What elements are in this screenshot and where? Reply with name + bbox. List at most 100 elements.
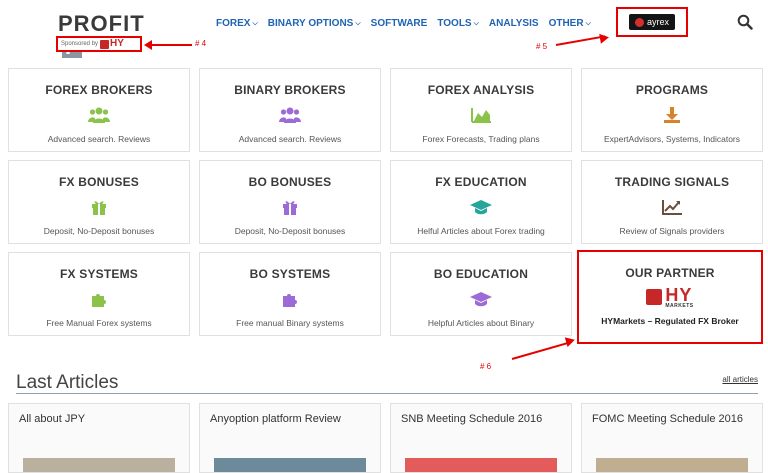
annotation-label-5: # 5 [536,42,548,51]
tile-title: FOREX ANALYSIS [427,83,535,97]
tile-title: FX BONUSES [58,175,139,189]
article-thumbnail[interactable] [214,458,366,472]
annotation-label-6: # 6 [480,362,492,371]
nav-item-label: TOOLS [437,18,472,29]
ayrex-logo: ayrex [628,14,675,30]
tile-description: Forex Forecasts, Trading plans [422,134,540,144]
tile-title: BO BONUSES [248,175,332,189]
main-nav: FOREX ⌵ BINARY OPTIONS ⌵ SOFTWARE TOOLS ⌵ ANALY… [216,18,591,29]
tile-bo-systems[interactable]: BO SYSTEMS Free manual Binary systems [199,252,381,336]
nav-item-label: FOREX [216,18,251,29]
chevron-down-icon: ⌵ [355,19,361,27]
graduation-cap-icon [391,195,571,219]
tile-title: BINARY BROKERS [234,83,346,97]
annotation-arrow-5 [555,35,606,46]
tile-forex-analysis[interactable]: FOREX ANALYSIS Forex Forecasts, Trading p… [390,68,572,152]
download-icon [582,103,762,127]
article-card[interactable]: All about JPY [8,403,190,473]
annotation-arrowhead-4 [144,40,152,50]
site-logo[interactable]: PROFITF [58,11,158,58]
article-card[interactable]: FOMC Meeting Schedule 2016 [581,403,763,473]
hymarkets-logo: HY MARKETS [579,284,761,310]
nav-item-analysis[interactable]: ANALYSIS [489,18,539,29]
tile-fx-bonuses[interactable]: FX BONUSES Deposit, No-Deposit bonuses [8,160,190,244]
tile-bo-bonuses[interactable]: BO BONUSES Deposit, No-Deposit bonuses [199,160,381,244]
hymarkets-mini-logo: HY [100,39,124,49]
all-articles-link[interactable]: all articles [722,375,758,384]
gift-icon [200,195,380,219]
nav-item-label: OTHER [548,18,584,29]
tile-description: Free Manual Forex systems [46,318,152,328]
site-header: PROFITF Sponsored by HY # 4 FOREX⌵BINARY… [0,0,768,58]
sponsor-label: Sponsored by [61,41,99,47]
section-title: Last Articles [16,372,119,393]
chevron-down-icon: ⌵ [473,19,479,27]
tile-trading-signals[interactable]: TRADING SIGNALS Review of Signals provide… [581,160,763,244]
logo-text: PROFIT [58,11,145,36]
tile-title: FOREX BROKERS [45,83,153,97]
tile-title: BO SYSTEMS [249,267,331,281]
tile-our-partner[interactable]: OUR PARTNER HY MARKETS HYMarkets – Regul… [577,250,763,344]
nav-item-forex[interactable]: FOREX ⌵ [216,18,258,29]
nav-item-binary-options[interactable]: BINARY OPTIONS ⌵ [268,18,361,29]
ayrex-dot-icon [634,17,644,27]
article-title[interactable]: SNB Meeting Schedule 2016 [401,412,561,426]
tile-description: Review of Signals providers [619,226,725,236]
tile-description: ExpertAdvisors, Systems, Indicators [603,134,741,144]
chevron-down-icon: ⌵ [252,19,258,27]
tile-description: Helful Articles about Forex trading [417,226,545,236]
tile-title: BO EDUCATION [433,267,529,281]
nav-item-software[interactable]: SOFTWARE [371,18,428,29]
tile-description: Advanced search. Reviews [47,134,151,144]
article-title[interactable]: Anyoption platform Review [210,412,370,426]
tile-description: HYMarkets – Regulated FX Broker [601,316,739,326]
tile-title: TRADING SIGNALS [614,175,730,189]
tile-title: FX EDUCATION [435,175,527,189]
line-chart-icon [582,195,762,219]
tile-description: Advanced search. Reviews [238,134,342,144]
annotation-arrow-4 [150,44,192,46]
search-icon[interactable] [737,14,753,30]
area-chart-icon [391,103,571,127]
graduation-cap-icon [391,287,571,311]
users-icon [9,103,189,127]
tile-fx-education[interactable]: FX EDUCATION Helful Articles about Forex … [390,160,572,244]
tile-description: Free manual Binary systems [236,318,344,328]
article-title[interactable]: All about JPY [19,412,179,426]
tile-title: PROGRAMS [635,83,709,97]
users-icon [200,103,380,127]
globe-icon [646,289,663,305]
tile-description: Helpful Articles about Binary [427,318,535,328]
article-thumbnail[interactable] [596,458,748,472]
article-card[interactable]: SNB Meeting Schedule 2016 [390,403,572,473]
tile-description: Deposit, No-Deposit bonuses [234,226,346,236]
category-grid: FOREX BROKERS Advanced search. Reviews BIN… [8,68,764,344]
tile-binary-brokers[interactable]: BINARY BROKERS Advanced search. Reviews [199,68,381,152]
article-card[interactable]: Anyoption platform Review [199,403,381,473]
sponsor-banner[interactable]: Sponsored by HY [56,36,142,52]
tile-description: Deposit, No-Deposit bonuses [43,226,155,236]
chevron-down-icon: ⌵ [585,19,591,27]
nav-item-label: BINARY OPTIONS [267,18,354,29]
article-thumbnail[interactable] [23,458,175,472]
article-thumbnail[interactable] [405,458,557,472]
annotation-label-4: # 4 [195,39,207,48]
tile-title: FX SYSTEMS [59,267,138,281]
nav-item-label: ANALYSIS [488,18,539,29]
puzzle-icon [9,287,189,311]
annotation-arrowhead-5 [599,32,610,44]
globe-icon [100,39,110,49]
tile-title: OUR PARTNER [625,266,715,280]
nav-item-tools[interactable]: TOOLS ⌵ [437,18,479,29]
ayrex-banner[interactable]: ayrex [616,7,688,37]
tile-bo-education[interactable]: BO EDUCATION Helpful Articles about Binar… [390,252,572,336]
articles-list: All about JPY Anyoption platform Review SN… [8,403,764,473]
nav-item-other[interactable]: OTHER ⌵ [549,18,591,29]
tile-fx-systems[interactable]: FX SYSTEMS Free Manual Forex systems [8,252,190,336]
tile-programs[interactable]: PROGRAMS ExpertAdvisors, Systems, Indicat… [581,68,763,152]
gift-icon [9,195,189,219]
tile-forex-brokers[interactable]: FOREX BROKERS Advanced search. Reviews [8,68,190,152]
section-divider [16,393,758,394]
article-title[interactable]: FOMC Meeting Schedule 2016 [592,412,752,426]
nav-item-label: SOFTWARE [370,18,428,29]
